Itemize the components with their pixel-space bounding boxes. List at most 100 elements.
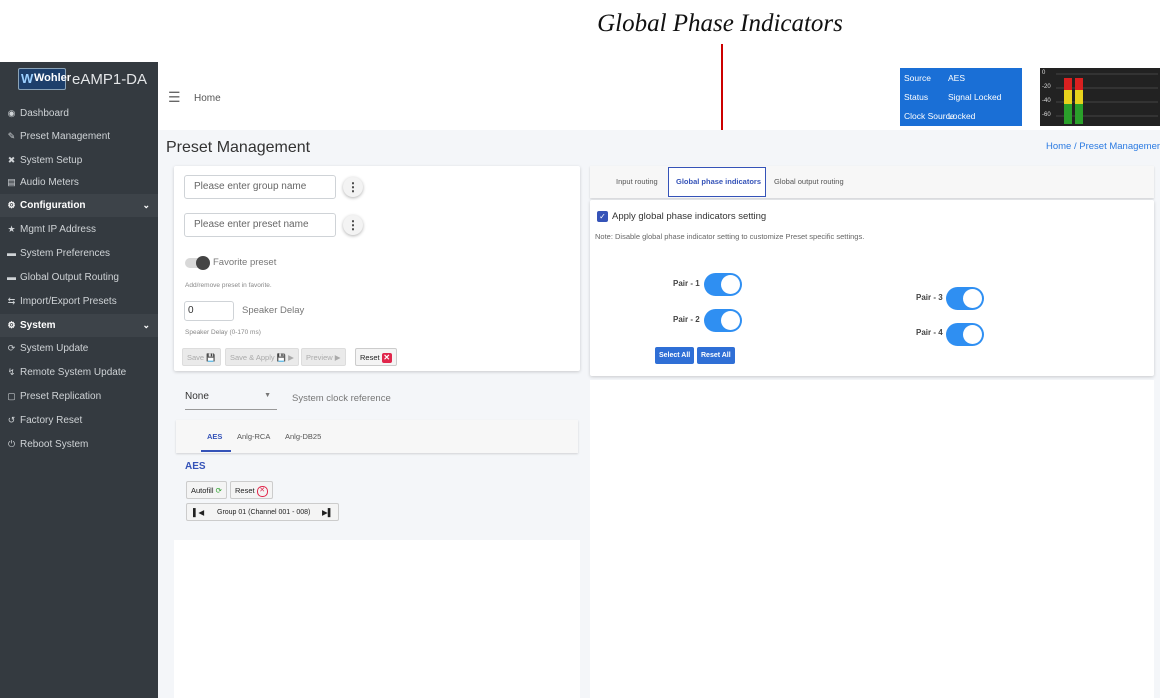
- sidebar-item-label: Remote System Update: [20, 367, 127, 378]
- sidebar-item-label: Configuration: [20, 200, 86, 211]
- last-group-icon[interactable]: ▶▌: [322, 504, 333, 521]
- status-label: Source: [904, 73, 931, 83]
- breadcrumb[interactable]: Home / Preset Managemer: [1046, 141, 1160, 152]
- pair-label: Pair - 3: [916, 293, 943, 302]
- sidebar-item-system[interactable]: ⚙ System ⌄: [0, 314, 158, 337]
- preset-name-input[interactable]: Please enter preset name: [184, 213, 336, 237]
- sidebar-item-system-preferences[interactable]: ▬ System Preferences: [0, 242, 158, 265]
- network-icon: ★: [7, 224, 16, 234]
- section-title: AES: [185, 461, 206, 472]
- speaker-delay-value: 0: [188, 305, 194, 316]
- sidebar-item-label: System Preferences: [20, 248, 111, 259]
- apply-global-checkbox[interactable]: ✓: [597, 211, 608, 222]
- undo-icon: ↺: [7, 415, 16, 425]
- save-apply-button[interactable]: Save & Apply 💾 ▶: [225, 348, 299, 366]
- tab-global-phase-indicators[interactable]: Global phase indicators: [676, 177, 761, 186]
- callout-title: Global Phase Indicators: [597, 10, 843, 37]
- group-navigator: ▌◀ Group 01 (Channel 001 - 008) ▶▌: [186, 503, 339, 521]
- autofill-label: Autofill: [191, 486, 214, 495]
- input-type-tabs: AES Anlg-RCA Anlg-DB25: [176, 420, 578, 453]
- preset-icon: ✎: [7, 131, 16, 141]
- remote-icon: ↯: [7, 367, 16, 377]
- sidebar-item-label: Reboot System: [20, 439, 89, 450]
- pair-3-toggle[interactable]: [946, 287, 984, 310]
- sidebar-item-remote-system-update[interactable]: ↯ Remote System Update: [0, 361, 158, 384]
- sidebar-item-label: Audio Meters: [20, 177, 79, 188]
- meter-bar-left: [1064, 104, 1072, 124]
- meter-icon: ▤: [7, 177, 16, 187]
- pair-4-toggle[interactable]: [946, 323, 984, 346]
- sidebar-item-reboot-system[interactable]: ⏻ Reboot System: [0, 433, 158, 456]
- header-home-link[interactable]: Home: [194, 93, 221, 104]
- audio-meter-widget[interactable]: 0 -20 -40 -60: [1040, 68, 1160, 126]
- sidebar-item-configuration[interactable]: ⚙ Configuration ⌄: [0, 194, 158, 217]
- save-button[interactable]: Save 💾: [182, 348, 221, 366]
- menu-toggle-icon[interactable]: ☰: [168, 89, 181, 106]
- sidebar-item-label: Preset Management: [20, 131, 111, 142]
- speaker-delay-input[interactable]: 0: [184, 301, 234, 321]
- sidebar-item-preset-management[interactable]: ✎ Preset Management: [0, 125, 158, 148]
- favorite-toggle[interactable]: [185, 256, 210, 270]
- preset-options-button[interactable]: ⋮: [343, 215, 363, 235]
- play-icon: ▶: [288, 353, 294, 362]
- dashboard-icon: ◉: [7, 108, 16, 118]
- sidebar-item-preset-replication[interactable]: ▢ Preset Replication: [0, 385, 158, 408]
- sidebar-item-factory-reset[interactable]: ↺ Factory Reset: [0, 409, 158, 432]
- close-icon: ✕: [381, 353, 392, 364]
- status-label: Status: [904, 92, 929, 102]
- tab-aes[interactable]: AES: [207, 432, 222, 441]
- sidebar-item-system-setup[interactable]: ✖ System Setup: [0, 149, 158, 172]
- sidebar-item-audio-meters[interactable]: ▤ Audio Meters: [0, 171, 158, 194]
- tab-global-output-routing[interactable]: Global output routing: [774, 177, 844, 186]
- sidebar-item-label: Preset Replication: [20, 391, 102, 402]
- reset-all-button[interactable]: Reset All: [697, 347, 735, 364]
- right-tab-bar: Input routing Global phase indicators Gl…: [590, 166, 1154, 198]
- tab-anlg-rca[interactable]: Anlg-RCA: [237, 432, 270, 441]
- pair-1-toggle[interactable]: [704, 273, 742, 296]
- app-name: eAMP1-DA: [72, 71, 148, 88]
- phase-indicators-card: ✓ Apply global phase indicators setting …: [590, 200, 1154, 376]
- sidebar-item-dashboard[interactable]: ◉ Dashboard: [0, 102, 158, 125]
- group-options-button[interactable]: ⋮: [343, 177, 363, 197]
- sidebar-item-global-output-routing[interactable]: ▬ Global Output Routing: [0, 266, 158, 289]
- reset-button[interactable]: Reset ✕: [355, 348, 397, 366]
- sidebar-item-label: Dashboard: [20, 108, 69, 119]
- save-disk-icon: 💾: [276, 353, 287, 362]
- active-tab-indicator: [201, 450, 231, 452]
- save-disk-icon: 💾: [206, 353, 216, 362]
- meter-bar-right-yellow: [1075, 90, 1083, 104]
- group-name-input[interactable]: Please enter group name: [184, 175, 336, 199]
- left-lower-panel: [174, 540, 580, 698]
- pair-label: Pair - 4: [916, 328, 943, 337]
- meter-bar-left-red: [1064, 78, 1072, 90]
- sidebar-item-label: Import/Export Presets: [20, 296, 117, 307]
- clock-select[interactable]: None ▼: [185, 391, 277, 410]
- sidebar-item-label: Mgmt IP Address: [20, 224, 96, 235]
- sidebar-item-label: Global Output Routing: [20, 272, 119, 283]
- group-name-placeholder: Please enter group name: [194, 181, 307, 192]
- swap-icon: ⇆: [7, 296, 16, 306]
- pair-2-toggle[interactable]: [704, 309, 742, 332]
- meter-bar-right-red: [1075, 78, 1083, 90]
- chevron-down-icon: ⌄: [142, 200, 150, 210]
- tab-input-routing[interactable]: Input routing: [616, 177, 658, 186]
- sidebar-item-label: System: [20, 320, 56, 331]
- tab-anlg-db25[interactable]: Anlg-DB25: [285, 432, 321, 441]
- first-group-icon[interactable]: ▌◀: [193, 504, 204, 521]
- preview-button[interactable]: Preview ▶: [301, 348, 346, 366]
- gears-icon: ⚙: [7, 320, 16, 330]
- reset-autofill-button[interactable]: Reset ✕: [230, 481, 273, 499]
- preset-name-placeholder: Please enter preset name: [194, 219, 309, 230]
- status-value: Signal Locked: [948, 92, 1002, 102]
- apply-global-label: Apply global phase indicators setting: [612, 211, 767, 222]
- select-all-button[interactable]: Select All: [655, 347, 695, 364]
- sidebar-item-mgmt-ip-address[interactable]: ★ Mgmt IP Address: [0, 218, 158, 241]
- sidebar-item-system-update[interactable]: ⟳ System Update: [0, 337, 158, 360]
- tools-icon: ✖: [7, 155, 16, 165]
- chevron-down-icon: ⌄: [142, 320, 150, 330]
- refresh-icon: ⟳: [215, 486, 222, 495]
- copy-icon: ▢: [7, 391, 16, 401]
- meter-bar-right: [1075, 104, 1083, 124]
- autofill-button[interactable]: Autofill ⟳: [186, 481, 227, 499]
- sidebar-item-import-export-presets[interactable]: ⇆ Import/Export Presets: [0, 290, 158, 313]
